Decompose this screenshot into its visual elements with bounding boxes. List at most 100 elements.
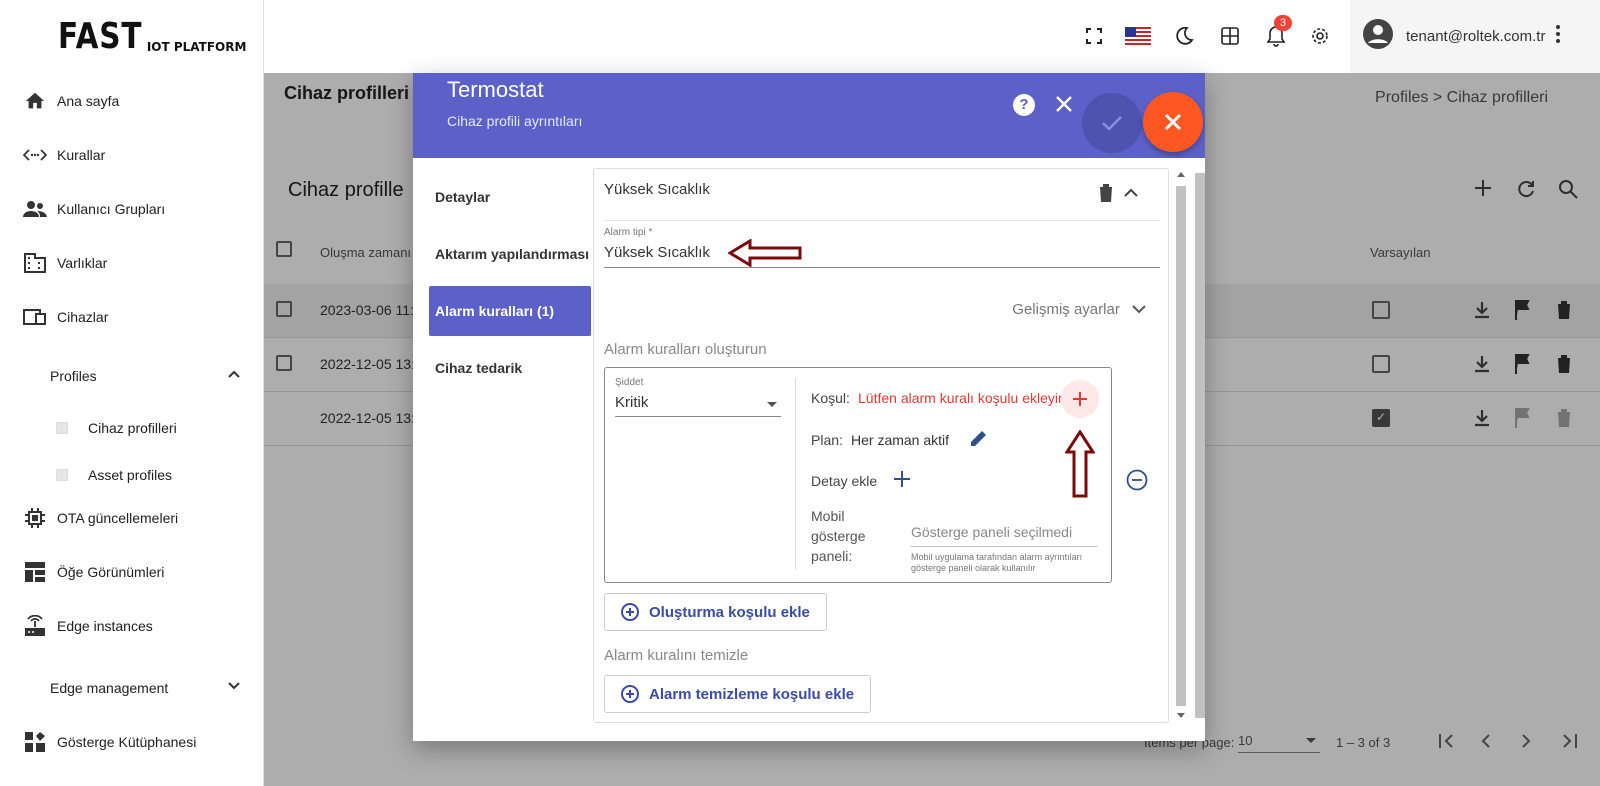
condition-value: Lütfen alarm kuralı koşulu ekleyin [858, 390, 1064, 406]
advanced-settings-toggle[interactable]: Gelişmiş ayarlar [1012, 301, 1146, 318]
dark-mode-moon-icon[interactable] [1172, 24, 1196, 48]
tab-alarm-rules[interactable]: Alarm kuralları (1) [429, 286, 591, 336]
sidebar-item-rules[interactable]: Kurallar [0, 135, 264, 175]
sidebar-item-assets[interactable]: Varlıklar [0, 243, 264, 283]
severity-underline [615, 416, 781, 417]
edit-pencil-icon[interactable] [969, 428, 989, 453]
top-bar: 3 tenant@roltek.com.tr [264, 0, 1600, 73]
sidebar-item-home[interactable]: Ana sayfa [0, 81, 264, 121]
user-menu[interactable]: tenant@roltek.com.tr [1350, 0, 1600, 73]
add-detail-icon[interactable] [893, 470, 911, 493]
dialog-header: Termostat Cihaz profili ayrıntıları ? [413, 73, 1205, 158]
condition-label: Koşul: [811, 390, 850, 406]
sidebar-item-label: Edge management [50, 680, 169, 696]
collapse-chevron-up-icon[interactable] [1124, 185, 1138, 203]
add-condition-button[interactable] [1061, 380, 1099, 418]
sidebar-item-label: Asset profiles [88, 467, 173, 483]
sidebar-item-label: Cihaz profilleri [88, 420, 177, 436]
mobile-dashboard-input[interactable]: Gösterge paneli seçilmedi [911, 524, 1072, 540]
mobile-dashboard-underline [911, 546, 1097, 547]
avatar-icon [1362, 18, 1394, 55]
annotation-arrow-left [727, 238, 802, 272]
add-detail-label: Detay ekle [811, 473, 878, 489]
sidebar-item-edge-instances[interactable]: Edge instances [0, 606, 264, 646]
advanced-settings-label: Gelişmiş ayarlar [1012, 301, 1120, 318]
notification-badge: 3 [1274, 15, 1292, 31]
divider [795, 378, 796, 570]
dialog-scrollbar[interactable] [1195, 173, 1205, 718]
square-icon [56, 422, 68, 434]
sidebar-item-label: Kurallar [57, 147, 106, 163]
severity-dropdown-arrow-icon [767, 402, 777, 407]
sidebar-item-widget-views[interactable]: Öğe Görünümleri [0, 552, 264, 592]
add-red-icon [1073, 392, 1087, 406]
alarm-panel-title[interactable]: Yüksek Sıcaklık [604, 181, 710, 198]
scroll-down-arrow-icon[interactable] [1177, 713, 1185, 718]
scroll-up-arrow-icon[interactable] [1177, 172, 1185, 177]
devices-icon [23, 305, 47, 329]
mobile-dashboard-label: Mobil gösterge paneli: [811, 508, 866, 564]
sidebar-item-label: OTA güncellemeleri [57, 510, 179, 526]
sidebar-item-edge-management[interactable]: Edge management [0, 668, 264, 708]
logo-main: FAST [58, 16, 143, 57]
remove-rule-icon[interactable] [1126, 469, 1148, 496]
dashboard-grid-icon [23, 560, 47, 584]
cancel-close-button[interactable] [1143, 92, 1203, 152]
add-circle-icon [621, 685, 639, 703]
tab-details[interactable]: Detaylar [429, 172, 591, 222]
sidebar-item-widget-library[interactable]: Gösterge Kütüphanesi [0, 722, 264, 762]
sidebar-item-device-profiles[interactable]: Cihaz profilleri [0, 408, 264, 448]
user-email: tenant@roltek.com.tr [1406, 28, 1546, 45]
add-clear-condition-button[interactable]: Alarm temizleme koşulu ekle [604, 675, 872, 713]
alarm-type-label: Alarm tipi * [604, 227, 653, 238]
alarm-rule-panel: Yüksek Sıcaklık Alarm tipi * Yüksek Sıca… [593, 168, 1169, 723]
plan-value: Her zaman aktif [851, 432, 950, 448]
sidebar-item-label: Profiles [50, 368, 97, 384]
tab-transport-config[interactable]: Aktarım yapılandırması [429, 229, 591, 279]
fullscreen-icon[interactable] [1082, 24, 1106, 48]
delete-alarm-icon[interactable] [1098, 183, 1114, 208]
add-create-condition-label: Oluşturma koşulu ekle [649, 603, 810, 621]
annotation-arrow-up [1064, 429, 1096, 503]
plan-label: Plan: [811, 432, 843, 448]
sidebar-item-asset-profiles[interactable]: Asset profiles [0, 455, 264, 495]
mobile-dashboard-hint: Mobil uygulama tarafından alarm ayrıntıl… [911, 552, 1083, 573]
add-create-condition-button[interactable]: Oluşturma koşulu ekle [604, 593, 827, 631]
apply-check-button[interactable] [1082, 93, 1142, 153]
severity-select[interactable]: Kritik [615, 394, 648, 411]
help-icon[interactable]: ? [1013, 94, 1035, 116]
dialog-subtitle: Cihaz profili ayrıntıları [447, 113, 583, 129]
tab-device-provisioning[interactable]: Cihaz tedarik [429, 343, 591, 393]
alarm-type-input[interactable]: Yüksek Sıcaklık [604, 244, 710, 261]
sidebar-item-user-groups[interactable]: Kullanıcı Grupları [0, 189, 264, 229]
close-icon[interactable] [1053, 93, 1077, 117]
square-icon [56, 469, 68, 481]
sidebar-item-label: Gösterge Kütüphanesi [57, 734, 197, 750]
sidebar-item-label: Varlıklar [57, 255, 108, 271]
panel-scrollbar[interactable] [1173, 168, 1189, 723]
scroll-thumb[interactable] [1176, 186, 1186, 706]
add-circle-icon [621, 603, 639, 621]
widgets-icon [23, 730, 47, 754]
sidebar: FAST IOT PLATFORM Ana sayfa Kurallar Kul… [0, 0, 264, 786]
users-icon [23, 197, 47, 221]
clear-rule-label: Alarm kuralını temizle [604, 647, 749, 664]
alarm-type-underline [604, 267, 1160, 268]
home-icon [23, 89, 47, 113]
chevron-down-icon [1132, 305, 1146, 314]
chevron-down-icon [226, 678, 242, 697]
dialog-title: Termostat [447, 77, 544, 102]
fast-logo[interactable]: FAST IOT PLATFORM [58, 18, 246, 56]
us-flag-icon[interactable] [1124, 24, 1152, 48]
sidebar-item-devices[interactable]: Cihazlar [0, 297, 264, 337]
sidebar-item-label: Edge instances [57, 618, 153, 634]
apps-grid-icon[interactable] [1218, 24, 1242, 48]
sidebar-item-profiles[interactable]: Profiles [0, 356, 264, 396]
settings-gear-icon[interactable] [1308, 24, 1332, 48]
check-icon [1102, 116, 1122, 131]
add-clear-condition-label: Alarm temizleme koşulu ekle [649, 685, 855, 703]
sidebar-item-ota[interactable]: OTA güncellemeleri [0, 498, 264, 538]
create-rules-label: Alarm kuralları oluşturun [604, 341, 767, 358]
chevron-up-icon [226, 366, 242, 385]
more-vert-icon[interactable] [1555, 24, 1561, 49]
